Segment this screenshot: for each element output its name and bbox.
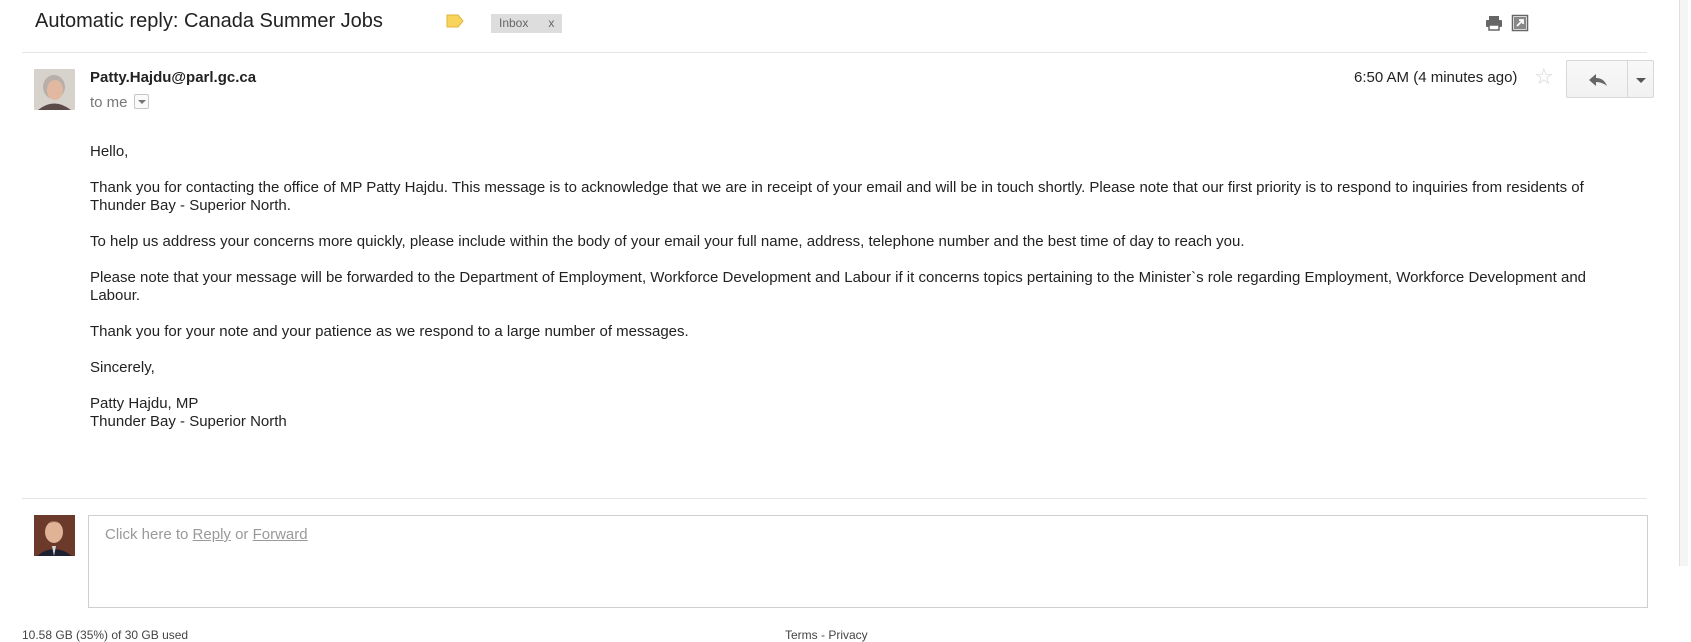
- remove-label-button[interactable]: x: [548, 16, 554, 30]
- show-details-dropdown[interactable]: [133, 94, 149, 109]
- body-paragraph: To help us address your concerns more qu…: [90, 233, 1245, 250]
- reply-prompt-prefix: Click here to: [105, 526, 193, 543]
- inbox-label-chip: Inbox x: [491, 14, 563, 33]
- terms-privacy-links[interactable]: Terms - Privacy: [785, 628, 868, 642]
- signature-line: Thunder Bay - Superior North: [90, 413, 287, 430]
- open-in-new-window-icon[interactable]: [1511, 14, 1529, 32]
- body-paragraph: Sincerely,: [90, 359, 155, 376]
- star-icon[interactable]: ☆: [1534, 64, 1554, 90]
- my-avatar: [34, 515, 75, 556]
- body-paragraph: Thank you for contacting the office of M…: [90, 179, 1584, 214]
- reply-link[interactable]: Reply: [193, 526, 231, 543]
- scrollbar-thumb[interactable]: [1679, 0, 1688, 566]
- reply-arrow-icon: [1589, 74, 1607, 86]
- body-paragraph: Hello,: [90, 143, 129, 160]
- vertical-scrollbar[interactable]: [1676, 0, 1691, 636]
- recipient-line: to me: [90, 94, 149, 111]
- sender-avatar[interactable]: [34, 69, 75, 110]
- divider: [22, 498, 1647, 499]
- more-actions-button[interactable]: [1627, 60, 1654, 98]
- subject-title: Automatic reply: Canada Summer Jobs: [35, 10, 383, 32]
- message-header: Automatic reply: Canada Summer Jobs Inbo…: [22, 0, 1647, 53]
- signature-line: Patty Hajdu, MP: [90, 395, 199, 412]
- inbox-label-text: Inbox: [499, 16, 529, 30]
- label-tag-icon[interactable]: [446, 14, 464, 28]
- reply-prompt-or: or: [230, 526, 253, 543]
- body-paragraph: Please note that your message will be fo…: [90, 269, 1587, 304]
- storage-usage: 10.58 GB (35%) of 30 GB used: [22, 628, 189, 642]
- reply-button[interactable]: [1566, 60, 1628, 98]
- message-date: 6:50 AM (4 minutes ago): [1354, 69, 1518, 86]
- forward-link[interactable]: Forward: [253, 526, 308, 543]
- quick-reply-box[interactable]: Click here to Reply or Forward: [88, 515, 1648, 608]
- print-icon[interactable]: [1485, 14, 1503, 32]
- message-body: Hello, Thank you for contacting the offi…: [90, 143, 1610, 431]
- sender-email[interactable]: Patty.Hajdu@parl.gc.ca: [90, 69, 256, 86]
- recipient-text: to me: [90, 94, 128, 111]
- body-paragraph: Thank you for your note and your patienc…: [90, 323, 689, 340]
